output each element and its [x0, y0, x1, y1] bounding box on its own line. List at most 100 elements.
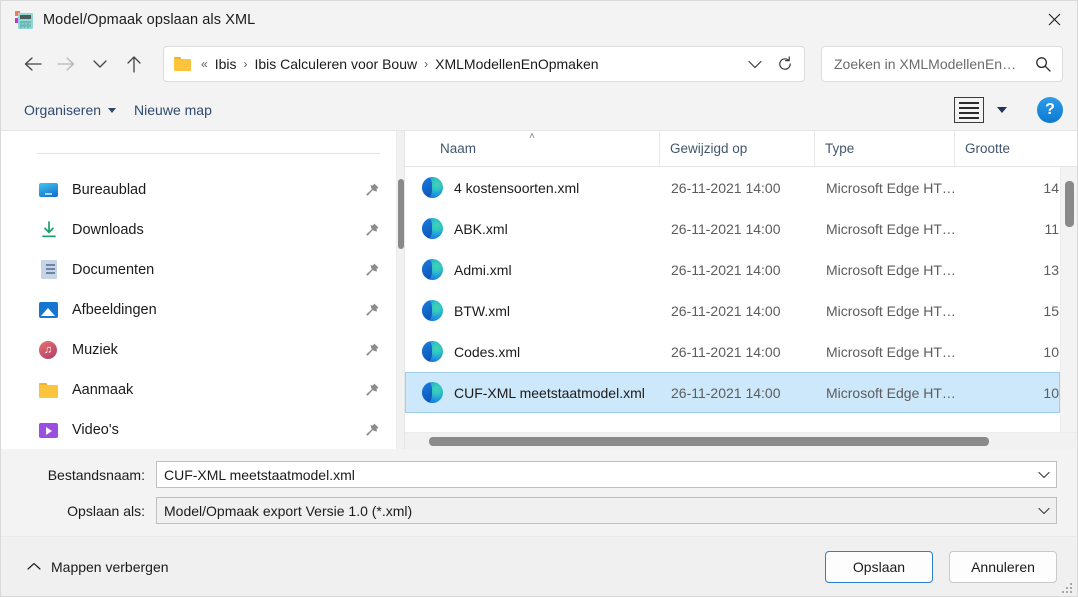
column-header-naam[interactable]: ˄ Naam	[405, 131, 660, 166]
file-name: CUF-XML meetstaatmodel.xml	[454, 384, 645, 401]
recent-locations-button[interactable]	[83, 48, 117, 80]
sidebar-item-label: Muziek	[72, 342, 118, 358]
resize-grip-icon[interactable]	[1062, 581, 1074, 593]
video-icon	[39, 420, 59, 440]
file-list-horizontal-scrollbar-thumb[interactable]	[429, 437, 989, 446]
hide-folders-label: Mappen verbergen	[51, 558, 169, 575]
table-row-selected[interactable]: CUF-XML meetstaatmodel.xml 26-11-2021 14…	[405, 372, 1060, 413]
view-options-button[interactable]	[954, 97, 984, 123]
sidebar-item-aanmaak[interactable]: Aanmaak	[1, 370, 404, 410]
table-row[interactable]: ABK.xml 26-11-2021 14:00 Microsoft Edge …	[405, 208, 1060, 249]
search-icon[interactable]	[1032, 56, 1054, 72]
column-header-type[interactable]: Type	[815, 131, 955, 166]
search-box[interactable]	[821, 46, 1063, 82]
filetype-row: Opslaan als: Model/Opmaak export Versie …	[21, 497, 1057, 524]
breadcrumb-separator: ›	[243, 57, 248, 71]
filetype-combobox[interactable]: Model/Opmaak export Versie 1.0 (*.xml)	[156, 497, 1057, 524]
address-bar[interactable]: « Ibis › Ibis Calculeren voor Bouw › XML…	[163, 46, 805, 82]
file-modified-cell: 26-11-2021 14:00	[671, 384, 781, 401]
filetype-value: Model/Opmaak export Versie 1.0 (*.xml)	[164, 502, 413, 519]
pin-icon[interactable]	[364, 342, 380, 358]
table-row[interactable]: Codes.xml 26-11-2021 14:00 Microsoft Edg…	[405, 331, 1060, 372]
navigation-pane: Bureaublad Downloads Documenten Afbeeldi…	[1, 131, 404, 449]
help-button[interactable]: ?	[1037, 97, 1063, 123]
refresh-button[interactable]	[770, 49, 800, 79]
file-modified-cell: 26-11-2021 14:00	[671, 343, 781, 360]
sidebar-item-downloads[interactable]: Downloads	[1, 210, 404, 250]
sidebar-item-label: Downloads	[72, 222, 144, 238]
table-row[interactable]: 4 kostensoorten.xml 26-11-2021 14:00 Mic…	[405, 167, 1060, 208]
sidebar-item-afbeeldingen[interactable]: Afbeeldingen	[1, 290, 404, 330]
file-name-cell: Codes.xml	[406, 341, 661, 362]
new-folder-button[interactable]: Nieuwe map	[125, 97, 221, 123]
breadcrumb-overflow[interactable]: «	[199, 57, 210, 71]
pin-icon[interactable]	[364, 302, 380, 318]
file-name-cell: CUF-XML meetstaatmodel.xml	[406, 382, 661, 403]
filetype-dropdown-button[interactable]	[1032, 507, 1056, 515]
chevron-down-icon	[997, 107, 1007, 113]
sidebar-item-label: Aanmaak	[72, 382, 134, 398]
save-button[interactable]: Opslaan	[825, 550, 933, 583]
edge-file-icon	[422, 177, 443, 198]
breadcrumb-item-2[interactable]: XMLModellenEnOpmaken	[430, 53, 603, 75]
documents-icon	[39, 260, 59, 280]
file-size-cell: 11	[1044, 220, 1059, 237]
sidebar-item-bureaublad[interactable]: Bureaublad	[1, 170, 404, 210]
up-button[interactable]	[117, 48, 151, 80]
window-title: Model/Opmaak opslaan als XML	[43, 11, 256, 28]
pin-icon[interactable]	[364, 182, 380, 198]
file-list-vertical-scrollbar-thumb[interactable]	[1065, 181, 1074, 227]
file-type-cell: Microsoft Edge HT…	[826, 384, 956, 401]
arrow-up-icon	[127, 56, 141, 73]
edge-file-icon	[422, 382, 443, 403]
column-header-label: Naam	[440, 141, 477, 156]
close-button[interactable]	[1031, 1, 1077, 38]
sidebar-scrollbar[interactable]	[396, 131, 404, 449]
file-name-cell: ABK.xml	[406, 218, 661, 239]
sidebar-item-muziek[interactable]: ♫ Muziek	[1, 330, 404, 370]
pin-icon[interactable]	[364, 382, 380, 398]
view-options-dropdown[interactable]	[989, 97, 1015, 123]
table-row[interactable]: BTW.xml 26-11-2021 14:00 Microsoft Edge …	[405, 290, 1060, 331]
sidebar-item-documenten[interactable]: Documenten	[1, 250, 404, 290]
filename-dropdown-button[interactable]	[1032, 471, 1056, 479]
file-list-vertical-scrollbar[interactable]	[1060, 167, 1077, 432]
hide-folders-button[interactable]: Mappen verbergen	[21, 554, 175, 580]
save-as-dialog: Model/Opmaak opslaan als XML « Ibis › Ib…	[0, 0, 1078, 597]
pin-icon[interactable]	[364, 422, 380, 438]
column-header-gewijzigd-op[interactable]: Gewijzigd op	[660, 131, 815, 166]
file-size-cell: 10	[1043, 343, 1059, 360]
arrow-left-icon	[24, 57, 42, 71]
column-header-grootte[interactable]: Grootte	[955, 131, 1060, 166]
organise-button[interactable]: Organiseren	[15, 97, 125, 123]
sidebar-item-videos[interactable]: Video's	[1, 410, 404, 449]
forward-button[interactable]	[49, 48, 83, 80]
column-header-label: Type	[825, 141, 855, 156]
file-list-horizontal-scrollbar[interactable]	[405, 432, 1077, 449]
download-icon	[39, 220, 59, 240]
dialog-footer: Mappen verbergen Opslaan Annuleren	[1, 536, 1077, 596]
calculator-icon	[15, 10, 33, 29]
new-folder-label: Nieuwe map	[134, 102, 212, 118]
sidebar-item-label: Video's	[72, 422, 119, 438]
back-button[interactable]	[15, 48, 49, 80]
breadcrumb-item-1[interactable]: Ibis Calculeren voor Bouw	[249, 53, 422, 75]
title-bar: Model/Opmaak opslaan als XML	[1, 1, 1077, 38]
breadcrumb: « Ibis › Ibis Calculeren voor Bouw › XML…	[199, 53, 740, 75]
breadcrumb-item-0[interactable]: Ibis	[210, 53, 242, 75]
filename-combobox[interactable]	[156, 461, 1057, 488]
address-dropdown-button[interactable]	[740, 49, 770, 79]
pin-icon[interactable]	[364, 262, 380, 278]
file-type-cell: Microsoft Edge HT…	[826, 302, 956, 319]
help-label: ?	[1045, 101, 1055, 118]
filename-input[interactable]	[164, 466, 1032, 483]
pin-icon[interactable]	[364, 222, 380, 238]
command-bar: Organiseren Nieuwe map ?	[1, 90, 1077, 130]
file-size-cell: 15	[1043, 302, 1059, 319]
dialog-content: Bureaublad Downloads Documenten Afbeeldi…	[1, 130, 1077, 449]
table-row[interactable]: Admi.xml 26-11-2021 14:00 Microsoft Edge…	[405, 249, 1060, 290]
cancel-button[interactable]: Annuleren	[949, 550, 1057, 583]
file-name-cell: BTW.xml	[406, 300, 661, 321]
search-input[interactable]	[834, 56, 1032, 72]
column-header-label: Gewijzigd op	[670, 141, 748, 156]
